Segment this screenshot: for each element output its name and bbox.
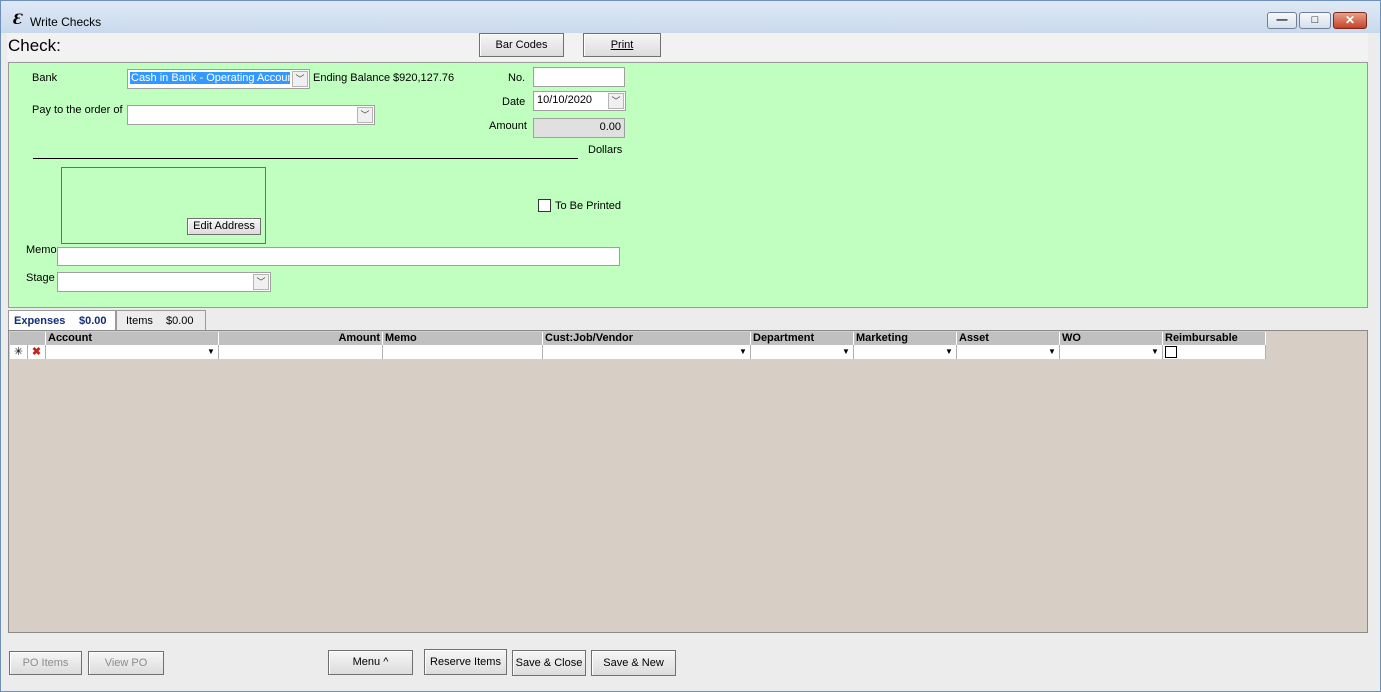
new-row-marker: ✳	[10, 345, 28, 359]
reimbursable-checkbox[interactable]	[1165, 346, 1177, 358]
check-number-label: No.	[508, 72, 526, 84]
po-items-button[interactable]: PO Items	[9, 651, 82, 675]
memo-label: Memo	[26, 244, 57, 256]
menu-button[interactable]: Menu ^	[328, 650, 413, 675]
stage-label: Stage	[26, 272, 55, 284]
column-header-wo[interactable]: WO	[1060, 332, 1163, 345]
close-icon: ✕	[1344, 13, 1356, 27]
date-picker[interactable]: 10/10/2020 ﹀	[533, 91, 626, 111]
footer-bar	[7, 634, 1368, 687]
column-header-cust-job-vendor[interactable]: Cust:Job/Vendor	[543, 332, 751, 345]
maximize-icon: □	[1311, 14, 1319, 26]
stage-select[interactable]: ﹀	[57, 272, 271, 292]
tab-items[interactable]: Items $0.00	[116, 310, 206, 330]
chevron-down-icon[interactable]: ﹀	[608, 93, 624, 109]
address-box: Edit Address	[61, 167, 266, 244]
ending-balance-label: Ending Balance	[313, 72, 391, 84]
bank-label: Bank	[32, 72, 58, 84]
tab-items-label: Items	[126, 315, 153, 327]
date-label: Date	[502, 96, 526, 108]
detail-tabs: Expenses $0.00 Items $0.00	[8, 310, 1368, 330]
bank-value: Cash in Bank - Operating Account	[130, 72, 290, 84]
close-button[interactable]: ✕	[1333, 12, 1367, 29]
memo-input[interactable]	[57, 247, 620, 266]
chevron-down-icon[interactable]: ﹀	[357, 107, 373, 123]
ending-balance-value: $920,127.76	[393, 72, 455, 84]
dropdown-arrow-icon[interactable]: ▼	[943, 347, 955, 357]
minimize-icon: —	[1276, 14, 1288, 26]
cust-job-vendor-cell[interactable]: ▼	[543, 345, 751, 359]
window-title: Write Checks	[30, 15, 102, 29]
view-po-button[interactable]: View PO	[88, 651, 164, 675]
print-button[interactable]: Print	[583, 33, 661, 57]
title-bar[interactable]: Ɛ Write Checks — □ ✕	[1, 1, 1380, 33]
page-title: Check:	[8, 36, 61, 55]
marketing-cell[interactable]: ▼	[854, 345, 957, 359]
e-logo-icon: Ɛ	[11, 12, 23, 28]
save-new-button[interactable]: Save & New	[591, 650, 676, 676]
edit-address-button[interactable]: Edit Address	[187, 218, 261, 235]
asset-cell[interactable]: ▼	[957, 345, 1060, 359]
tab-expenses[interactable]: Expenses $0.00	[8, 310, 116, 330]
dropdown-arrow-icon[interactable]: ▼	[205, 347, 217, 357]
check-number-input[interactable]	[533, 67, 625, 87]
wo-cell[interactable]: ▼	[1060, 345, 1163, 359]
bank-select[interactable]: Cash in Bank - Operating Account ﹀	[127, 69, 310, 89]
tab-expenses-label: Expenses	[14, 315, 66, 327]
chevron-down-icon[interactable]: ﹀	[253, 274, 269, 290]
check-form: Bank Cash in Bank - Operating Account ﹀ …	[8, 62, 1368, 308]
dropdown-arrow-icon[interactable]: ▼	[737, 347, 749, 357]
reserve-items-button[interactable]: Reserve Items	[424, 649, 507, 675]
minimize-button[interactable]: —	[1267, 12, 1297, 29]
dropdown-arrow-icon[interactable]: ▼	[840, 347, 852, 357]
memo-cell[interactable]	[383, 345, 543, 359]
maximize-button[interactable]: □	[1299, 12, 1331, 29]
dropdown-arrow-icon[interactable]: ▼	[1046, 347, 1058, 357]
chevron-down-icon[interactable]: ﹀	[292, 71, 308, 87]
row-header-corner	[10, 332, 46, 345]
account-cell[interactable]: ▼	[46, 345, 219, 359]
amount-label: Amount	[489, 120, 527, 132]
save-close-button[interactable]: Save & Close	[512, 650, 586, 676]
dollars-label: Dollars	[588, 144, 623, 156]
column-header-account[interactable]: Account	[46, 332, 219, 345]
date-value: 10/10/2020	[537, 94, 593, 106]
column-header-reimbursable[interactable]: Reimbursable	[1163, 332, 1266, 345]
expenses-grid[interactable]: Account Amount Memo Cust:Job/Vendor Depa…	[8, 330, 1368, 633]
header-toolbar	[7, 33, 1368, 61]
column-header-memo[interactable]: Memo	[383, 332, 543, 345]
column-header-asset[interactable]: Asset	[957, 332, 1060, 345]
tab-expenses-amount: $0.00	[79, 315, 107, 327]
column-header-department[interactable]: Department	[751, 332, 854, 345]
to-be-printed-checkbox[interactable]	[538, 199, 551, 212]
payee-select[interactable]: ﹀	[127, 105, 375, 125]
delete-row-icon[interactable]: ✖	[28, 345, 46, 359]
dropdown-arrow-icon[interactable]: ▼	[1149, 347, 1161, 357]
column-header-marketing[interactable]: Marketing	[854, 332, 957, 345]
amount-cell[interactable]	[219, 345, 383, 359]
write-checks-window: Ɛ Write Checks — □ ✕ Check: Bar Codes Pr…	[0, 0, 1381, 692]
column-header-amount[interactable]: Amount	[219, 332, 383, 345]
amount-field: 0.00	[533, 118, 625, 138]
tab-items-amount: $0.00	[166, 315, 194, 327]
reimbursable-cell[interactable]	[1163, 345, 1266, 359]
to-be-printed-label: To Be Printed	[555, 200, 622, 212]
department-cell[interactable]: ▼	[751, 345, 854, 359]
bar-codes-button[interactable]: Bar Codes	[479, 33, 564, 57]
amount-words-line	[33, 158, 578, 159]
pay-to-label: Pay to the order of	[32, 104, 123, 116]
